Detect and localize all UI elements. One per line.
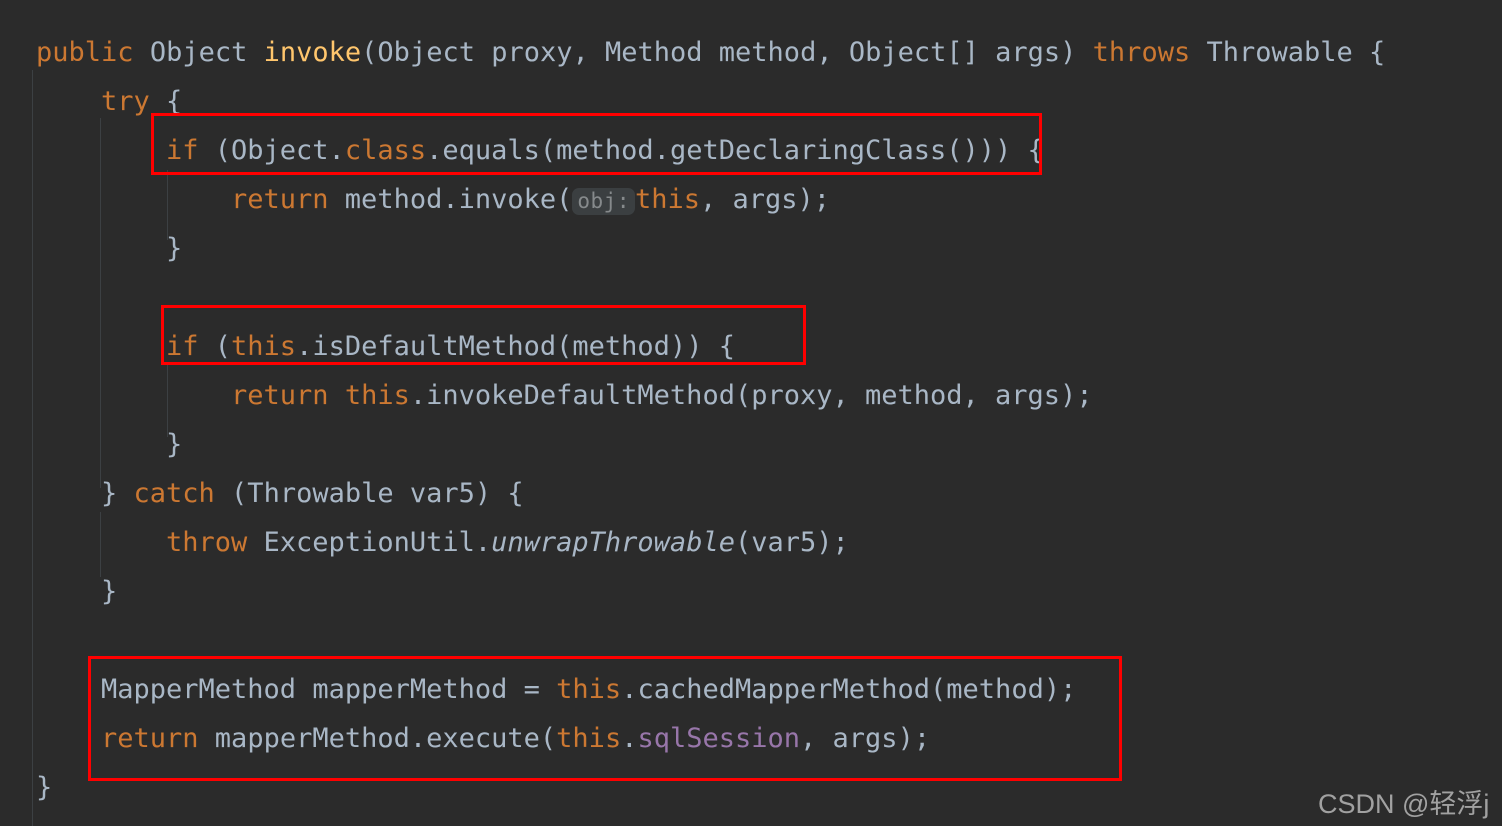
- code-token: mapperMethod.execute(: [198, 723, 557, 754]
- code-token: , args);: [800, 723, 931, 754]
- code-token: invoke: [263, 37, 362, 68]
- code-token: MapperMethod mapperMethod =: [101, 674, 557, 705]
- code-token: sqlSession: [637, 723, 801, 754]
- code-line[interactable]: } catch (Throwable var5) {: [101, 469, 524, 518]
- code-line[interactable]: return mapperMethod.execute(this.sqlSess…: [101, 714, 930, 763]
- code-token: throw: [166, 527, 248, 558]
- code-token: return: [231, 184, 329, 215]
- parameter-hint: obj:: [572, 188, 635, 215]
- code-line[interactable]: public Object invoke(Object proxy, Metho…: [36, 28, 1385, 77]
- code-token: throws: [1092, 37, 1191, 68]
- code-token: this: [556, 674, 622, 705]
- code-token: return: [101, 723, 199, 754]
- csdn-watermark: CSDN @轻浮j: [1318, 789, 1490, 819]
- code-token: (var5);: [734, 527, 849, 558]
- code-token: .invokeDefaultMethod(proxy, method, args…: [409, 380, 1093, 411]
- code-line[interactable]: throw ExceptionUtil.unwrapThrowable(var5…: [166, 518, 849, 567]
- code-token: }: [166, 429, 183, 460]
- code-line[interactable]: MapperMethod mapperMethod = this.cachedM…: [101, 665, 1076, 714]
- code-token: Object: [149, 37, 248, 68]
- code-line[interactable]: return this.invokeDefaultMethod(proxy, m…: [231, 371, 1093, 420]
- code-token: this: [344, 380, 410, 411]
- code-token: }: [166, 233, 183, 264]
- code-line[interactable]: }: [166, 420, 182, 469]
- code-token: .isDefaultMethod(method)) {: [296, 331, 735, 362]
- code-token: this: [634, 184, 700, 215]
- code-token: .cachedMapperMethod(method);: [621, 674, 1077, 705]
- code-token: this: [556, 723, 622, 754]
- code-token: , args);: [700, 184, 831, 215]
- code-token: .: [621, 723, 638, 754]
- code-line[interactable]: if (Object.class.equals(method.getDeclar…: [166, 126, 1044, 175]
- code-line[interactable]: }: [101, 567, 117, 616]
- code-token: ExceptionUtil.: [247, 527, 492, 558]
- code-token: }: [101, 576, 118, 607]
- code-token: (Throwable var5) {: [214, 478, 524, 509]
- code-token: {: [149, 86, 183, 117]
- code-line[interactable]: try {: [101, 77, 182, 126]
- code-token: try: [101, 86, 150, 117]
- code-token: Throwable {: [1190, 37, 1386, 68]
- code-token: (Object.: [198, 135, 345, 166]
- code-token: if: [166, 135, 199, 166]
- code-token: (Object proxy, Method method, Object[] a…: [361, 37, 1093, 68]
- code-line[interactable]: }: [36, 763, 52, 812]
- code-token: .equals(method.getDeclaringClass())) {: [426, 135, 1044, 166]
- code-content[interactable]: public Object invoke(Object proxy, Metho…: [0, 0, 1502, 826]
- code-token: public: [36, 37, 134, 68]
- code-token: class: [344, 135, 427, 166]
- code-token: method.invoke(: [328, 184, 573, 215]
- code-token: unwrapThrowable: [491, 527, 735, 558]
- code-token: catch: [133, 478, 215, 509]
- code-editor-screenshot: public Object invoke(Object proxy, Metho…: [0, 0, 1502, 826]
- code-line[interactable]: }: [166, 224, 182, 273]
- code-line[interactable]: if (this.isDefaultMethod(method)) {: [166, 322, 735, 371]
- code-token: return: [231, 380, 329, 411]
- code-line[interactable]: return method.invoke(obj: this, args);: [231, 175, 830, 224]
- code-token: (: [198, 331, 232, 362]
- code-token: if: [166, 331, 199, 362]
- code-token: }: [36, 772, 53, 803]
- code-token: this: [231, 331, 297, 362]
- code-token: }: [101, 478, 134, 509]
